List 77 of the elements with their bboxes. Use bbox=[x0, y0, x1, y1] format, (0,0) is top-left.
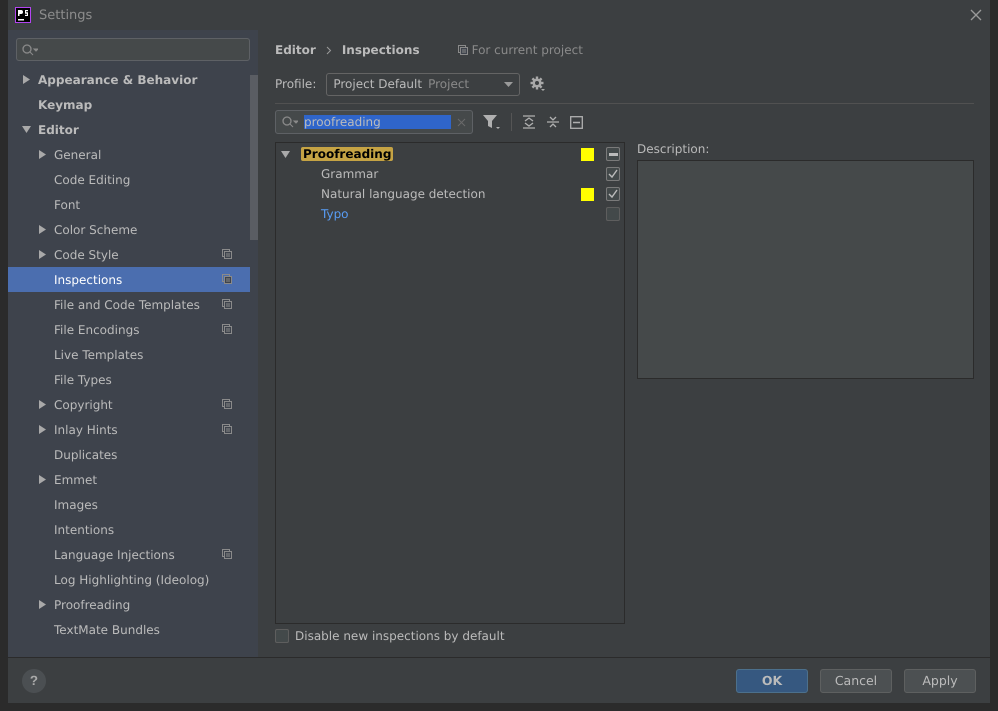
search-field[interactable] bbox=[16, 38, 250, 61]
profile-label: Profile: bbox=[275, 77, 316, 91]
sidebar-item[interactable]: Emmet bbox=[8, 467, 250, 492]
inspection-label[interactable]: Grammar bbox=[319, 167, 380, 181]
search-icon[interactable] bbox=[282, 116, 298, 128]
copy-icon bbox=[222, 548, 232, 558]
close-icon[interactable] bbox=[970, 9, 982, 21]
sidebar-item[interactable]: Language Injections bbox=[8, 542, 250, 567]
expand-arrow-icon[interactable] bbox=[38, 425, 47, 434]
collapse-all-icon[interactable] bbox=[546, 115, 560, 129]
collapse-icon[interactable] bbox=[570, 116, 583, 128]
collapse-arrow-icon[interactable] bbox=[22, 125, 31, 134]
copy-icon bbox=[458, 45, 468, 55]
sidebar-item[interactable]: Intentions bbox=[8, 517, 250, 542]
description-label: Description: bbox=[637, 142, 710, 156]
sidebar-item[interactable]: Proofreading bbox=[8, 592, 250, 617]
sidebar-item[interactable]: Editor bbox=[8, 117, 250, 142]
inspection-label[interactable]: Proofreading bbox=[301, 147, 394, 161]
checkbox-label: Disable new inspections by default bbox=[295, 629, 505, 643]
checkbox[interactable] bbox=[606, 187, 620, 201]
scrollbar-thumb[interactable] bbox=[250, 75, 258, 240]
dialog-button[interactable]: Cancel bbox=[820, 668, 892, 692]
sidebar-item[interactable]: Duplicates bbox=[8, 442, 250, 467]
primary-button[interactable]: OK bbox=[736, 668, 808, 692]
sidebar-item[interactable]: Log Highlighting (Ideolog) bbox=[8, 567, 250, 592]
collapse-arrow-icon[interactable] bbox=[281, 150, 290, 158]
sidebar-item[interactable]: Font bbox=[8, 192, 250, 217]
scope-note: For current project bbox=[472, 43, 583, 57]
profile-dropdown[interactable]: Project Default Project bbox=[326, 72, 520, 96]
search-icon[interactable] bbox=[22, 44, 38, 56]
checkbox[interactable] bbox=[275, 629, 289, 643]
copy-icon bbox=[222, 248, 232, 258]
chevron-icon bbox=[326, 46, 332, 54]
breadcrumb-item: Editor bbox=[275, 43, 316, 57]
sidebar-item[interactable]: Keymap bbox=[8, 92, 250, 117]
dialog-button[interactable]: Apply bbox=[904, 668, 976, 692]
sidebar-item[interactable]: Code Editing bbox=[8, 167, 250, 192]
sidebar-item[interactable]: Inspections bbox=[8, 267, 250, 292]
checkbox[interactable] bbox=[606, 167, 620, 181]
expand-arrow-icon[interactable] bbox=[38, 400, 47, 409]
sidebar-item[interactable]: File and Code Templates bbox=[8, 292, 250, 317]
dash-icon bbox=[608, 152, 618, 156]
expand-all-icon[interactable] bbox=[522, 115, 536, 129]
app-logo-icon bbox=[15, 7, 31, 23]
sidebar-item[interactable]: General bbox=[8, 142, 250, 167]
checkbox[interactable] bbox=[606, 207, 620, 221]
sidebar-item[interactable]: Images bbox=[8, 492, 250, 517]
sidebar-item[interactable]: Appearance & Behavior bbox=[8, 67, 250, 92]
expand-arrow-icon[interactable] bbox=[22, 75, 31, 84]
sidebar-item[interactable]: TextMate Bundles bbox=[8, 617, 250, 642]
copy-icon bbox=[222, 398, 232, 408]
breadcrumb-item: Inspections bbox=[342, 43, 420, 57]
sidebar-item[interactable]: File Types bbox=[8, 367, 250, 392]
sidebar-item[interactable]: Color Scheme bbox=[8, 217, 250, 242]
copy-icon bbox=[222, 424, 232, 434]
caret-icon bbox=[504, 82, 514, 86]
settings-icon[interactable] bbox=[530, 76, 546, 92]
inspection-label[interactable]: Typo bbox=[319, 207, 351, 221]
expand-arrow-icon[interactable] bbox=[38, 600, 47, 609]
expand-arrow-icon[interactable] bbox=[38, 475, 47, 484]
inspection-label[interactable]: Natural language detection bbox=[319, 187, 488, 201]
window-title: Settings bbox=[39, 8, 94, 22]
filter-field[interactable]: proofreading bbox=[275, 110, 473, 134]
expand-arrow-icon[interactable] bbox=[38, 150, 47, 159]
checkbox[interactable] bbox=[606, 147, 620, 161]
expand-arrow-icon[interactable] bbox=[38, 225, 47, 234]
copy-icon bbox=[222, 274, 232, 284]
copy-icon bbox=[222, 298, 232, 308]
sidebar-item[interactable]: Inlay Hints bbox=[8, 417, 250, 442]
expand-arrow-icon[interactable] bbox=[38, 250, 47, 259]
copy-icon bbox=[222, 324, 232, 334]
sidebar-item[interactable]: Code Style bbox=[8, 242, 250, 267]
help-button[interactable]: ? bbox=[22, 668, 46, 692]
filter-icon[interactable] bbox=[483, 114, 501, 130]
sidebar-item[interactable]: Live Templates bbox=[8, 342, 250, 367]
sidebar-item[interactable]: File Encodings bbox=[8, 317, 250, 342]
sidebar-item[interactable]: Copyright bbox=[8, 392, 250, 417]
